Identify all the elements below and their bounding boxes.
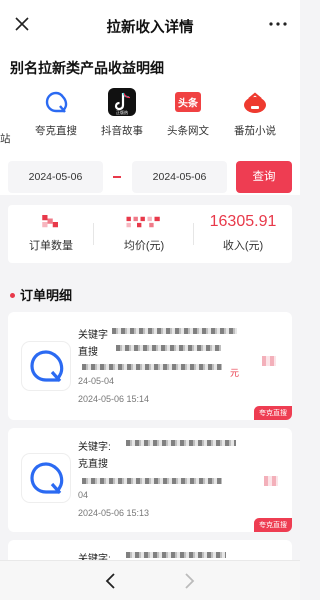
query-button[interactable]: 查询	[236, 161, 292, 193]
top-bar: 拉新收入详情	[0, 0, 300, 50]
toutiao-icon: 头条	[174, 88, 202, 116]
quark-icon	[22, 454, 70, 502]
redacted-text	[82, 364, 222, 370]
fanqie-icon	[241, 88, 269, 116]
redacted-keyword	[126, 552, 226, 558]
douyin-icon: 正版热	[108, 88, 136, 116]
order-card[interactable]: 关键字: 克直搜 04 2024-05-06 15:13 夸克直搜	[8, 428, 292, 532]
stat-avg-price: 均价(元)	[94, 205, 194, 263]
quark-icon	[22, 342, 70, 390]
quark-icon	[42, 88, 70, 116]
app-label: 夸克直搜	[35, 125, 77, 137]
keyword-line: 关键字:	[78, 442, 111, 453]
more-icon[interactable]	[268, 20, 288, 28]
redacted-text	[116, 345, 221, 351]
redacted-amount	[262, 356, 276, 366]
app-item-douyin[interactable]: 正版热 抖音故事	[86, 88, 158, 138]
product-line: 克直搜	[78, 459, 108, 470]
date-filter: 2024-05-06 2024-05-06 查询	[0, 158, 300, 198]
app-label: 头条网文	[167, 125, 209, 137]
order-count-value	[8, 211, 94, 233]
order-detail-title: 订单明细	[10, 285, 72, 304]
chevron-right-icon[interactable]	[179, 571, 199, 591]
redacted-amount	[264, 476, 278, 486]
amount-unit: 元	[230, 368, 240, 378]
stat-label: 订单数量	[29, 240, 73, 252]
section-title: 别名拉新类产品收益明细	[10, 60, 164, 76]
redacted-keyword	[112, 328, 237, 334]
product-line: 直搜	[78, 347, 98, 358]
chevron-left-icon[interactable]	[101, 571, 121, 591]
keyword-line: 关键字	[78, 330, 108, 341]
app-label: 番茄小说	[234, 125, 276, 137]
stat-label: 收入(元)	[222, 240, 264, 252]
app-label: 抖音故事	[101, 125, 143, 137]
app-item-toutiao[interactable]: 头条 头条网文	[152, 88, 224, 138]
app-item-quark[interactable]: 夸克直搜	[20, 88, 92, 138]
stat-label: 均价(元)	[123, 240, 165, 252]
svg-text:正版热: 正版热	[116, 109, 128, 115]
stats-panel: 订单数量 均价(元) 16305.91 收入(元)	[8, 205, 292, 263]
avg-price-value	[94, 211, 194, 233]
page-title: 拉新收入详情	[106, 20, 194, 36]
date-line: 24-05-04	[78, 376, 115, 386]
product-tag: 夸克直搜	[254, 406, 292, 420]
stat-income: 16305.91 收入(元)	[194, 205, 292, 263]
start-date-input[interactable]: 2024-05-06	[8, 161, 103, 193]
redacted-keyword	[126, 440, 236, 446]
app-item-fanqie[interactable]: 番茄小说	[219, 88, 291, 138]
redacted-text	[82, 478, 222, 484]
app-list: 夸克直搜 正版热 抖音故事 头条 头条网文 番茄小说	[0, 88, 300, 144]
date-line: 04	[78, 490, 89, 500]
order-card[interactable]: 关键字 直搜 元 24-05-04 2024-05-06 15:14 夸克直搜	[8, 312, 292, 420]
end-date-input[interactable]: 2024-05-06	[132, 161, 227, 193]
product-tag: 夸克直搜	[254, 518, 292, 532]
income-value: 16305.91	[209, 213, 277, 230]
svg-text:头条: 头条	[178, 97, 199, 110]
bottom-nav	[0, 560, 300, 600]
date-range-separator	[113, 176, 121, 178]
bullet-dot	[10, 293, 15, 299]
order-time: 2024-05-06 15:13	[78, 508, 150, 518]
stat-order-count: 订单数量	[8, 205, 94, 263]
order-time: 2024-05-06 15:14	[78, 394, 150, 404]
app-label-partial: 站	[0, 133, 11, 145]
